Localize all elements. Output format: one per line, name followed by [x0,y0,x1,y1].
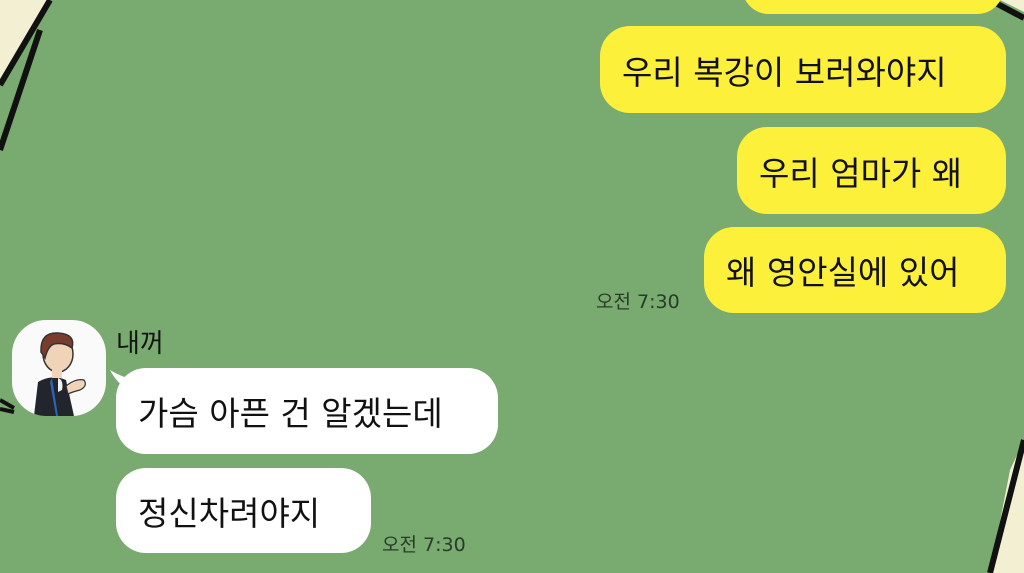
message-text: 가슴 아픈 건 알겠는데 [138,394,443,433]
message-text: 정신차려야지 [138,493,321,533]
sender-avatar[interactable] [12,320,106,416]
outgoing-message-bubble[interactable]: 우리 복강이 보러와야지 [600,26,1006,113]
outgoing-message-bubble[interactable]: 우리 엄마가 왜 [737,127,1006,214]
sender-name: 내꺼 [116,329,164,359]
outgoing-message-bubble-partial[interactable] [742,0,1004,14]
message-text: 우리 복강이 보러와야지 [622,52,947,92]
message-text: 우리 엄마가 왜 [759,153,963,193]
outgoing-message-bubble[interactable]: 왜 영안실에 있어 [704,227,1006,313]
incoming-message-bubble[interactable]: 정신차려야지 [116,468,371,553]
incoming-timestamp: 오전 7:30 [382,534,466,556]
outgoing-timestamp: 오전 7:30 [596,291,680,313]
message-text: 왜 영안실에 있어 [726,253,960,292]
person-avatar-icon [34,332,86,416]
incoming-message-bubble[interactable]: 가슴 아픈 건 알겠는데 [116,368,498,454]
